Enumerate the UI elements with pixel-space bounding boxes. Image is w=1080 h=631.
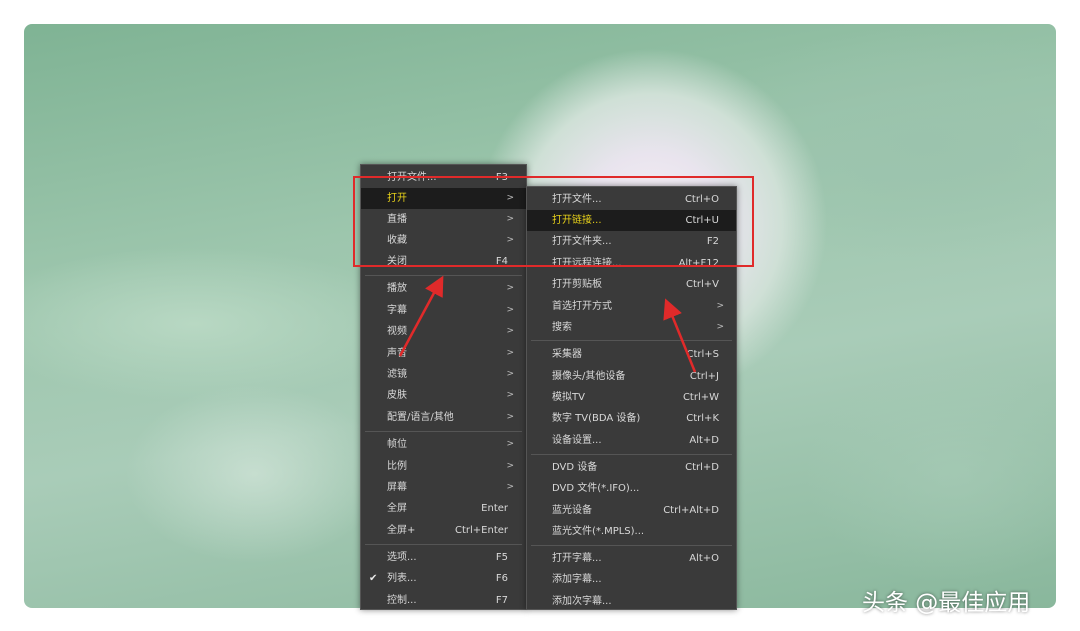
annotation-arrow	[398, 275, 444, 357]
annotation-arrows	[398, 275, 697, 373]
annotation-arrow	[663, 298, 697, 373]
watermark: 头条 @最佳应用	[862, 590, 1031, 616]
